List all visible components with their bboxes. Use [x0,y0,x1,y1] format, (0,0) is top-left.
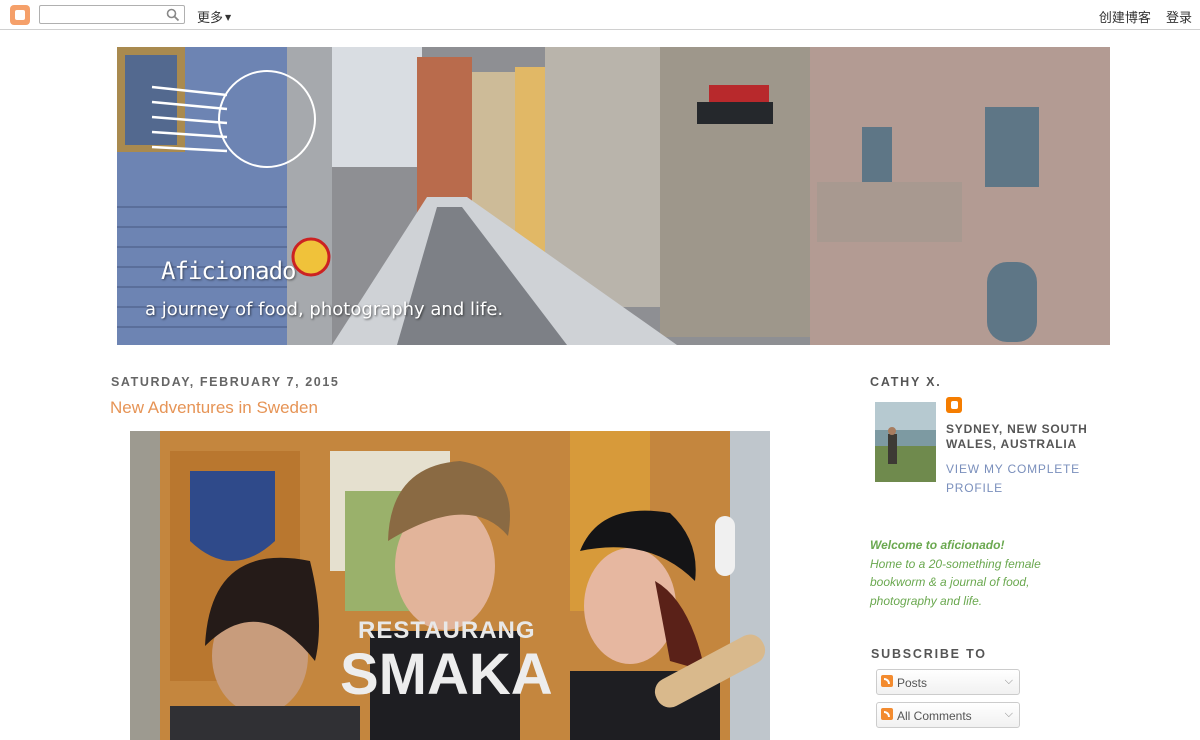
profile-avatar[interactable] [875,402,936,482]
profile-heading: CATHY X. [870,375,942,389]
blogger-logo-icon[interactable] [10,5,30,25]
rss-feed-icon [881,675,893,687]
more-label: 更多 [197,11,224,26]
blog-description: a journey of food, photography and life. [145,299,504,320]
post-date: SATURDAY, FEBRUARY 7, 2015 [111,375,340,389]
subscribe-posts-label: Posts [897,676,928,690]
create-blog-link[interactable]: 创建博客 [1099,11,1151,26]
blogger-profile-icon[interactable] [946,397,962,413]
view-profile-link[interactable]: VIEW MY COMPLETE PROFILE [946,460,1096,498]
caret-down-icon: ▼ [225,13,232,22]
subscribe-heading: SUBSCRIBE TO [871,647,987,661]
welcome-title: Welcome to aficionado! [870,538,1005,552]
rss-feed-icon [881,708,893,720]
welcome-text: Home to a 20-something female bookworm &… [870,556,1041,608]
more-menu-button[interactable]: 更多 ▼ [197,7,231,26]
post-title-link[interactable]: New Adventures in Sweden [110,398,318,418]
image-caption-smaka: SMAKA [340,642,553,707]
search-icon[interactable] [164,6,182,23]
top-navbar: 更多 ▼ 创建博客 登录 [0,0,1200,30]
post-image[interactable]: RESTAURANG SMAKA [130,431,770,740]
subscribe-comments-label: All Comments [897,709,972,723]
navbar-right: 创建博客 登录 [1088,7,1192,26]
header-banner[interactable]: Aficionado a journey of food, photograph… [117,47,1110,345]
login-link[interactable]: 登录 [1166,11,1192,26]
subscribe-posts-dropdown[interactable]: Posts ⌵ [876,669,1020,695]
welcome-text-block: Welcome to aficionado! Home to a 20-some… [870,536,1070,610]
subscribe-comments-dropdown[interactable]: All Comments ⌵ [876,702,1020,728]
profile-location: SYDNEY, NEW SOUTH WALES, AUSTRALIA [946,422,1088,451]
chevron-down-icon: ⌵ [1004,675,1013,687]
blog-title[interactable]: Aficionado [161,257,296,285]
chevron-down-icon: ⌵ [1004,708,1013,720]
